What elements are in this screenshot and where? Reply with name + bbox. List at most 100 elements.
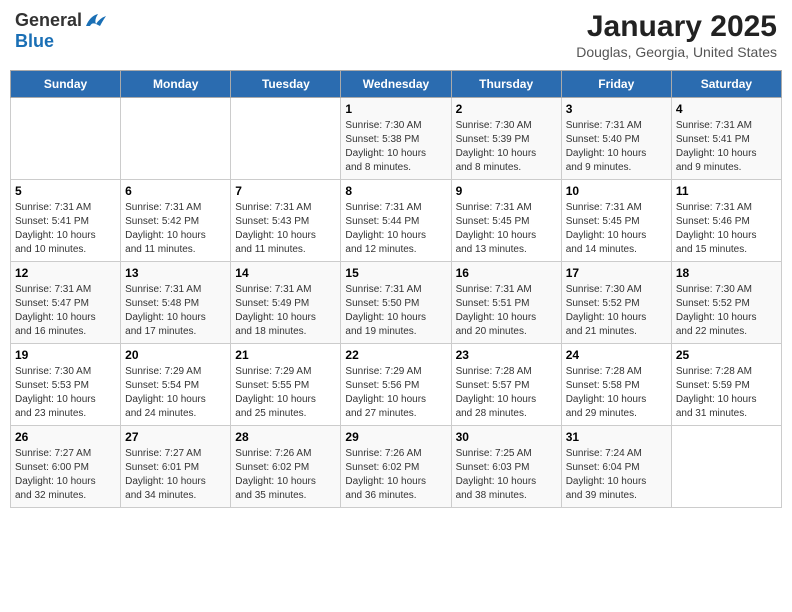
day-info: Sunrise: 7:30 AM Sunset: 5:53 PM Dayligh… bbox=[15, 365, 116, 421]
day-info: Sunrise: 7:30 AM Sunset: 5:52 PM Dayligh… bbox=[676, 283, 777, 339]
day-info: Sunrise: 7:31 AM Sunset: 5:48 PM Dayligh… bbox=[125, 283, 226, 339]
day-info: Sunrise: 7:31 AM Sunset: 5:45 PM Dayligh… bbox=[566, 201, 667, 257]
calendar-cell: 7Sunrise: 7:31 AM Sunset: 5:43 PM Daylig… bbox=[231, 180, 341, 262]
day-number: 2 bbox=[456, 102, 557, 116]
title-block: January 2025 Douglas, Georgia, United St… bbox=[576, 10, 777, 60]
logo-blue-text: Blue bbox=[15, 31, 106, 52]
day-number: 14 bbox=[235, 266, 336, 280]
day-number: 6 bbox=[125, 184, 226, 198]
day-number: 25 bbox=[676, 348, 777, 362]
calendar-cell: 24 Sunrise: 7:28 AM Sunset: 5:58 PM Dayli… bbox=[561, 344, 671, 426]
day-info: Sunrise: 7:28 AM Sunset: 5:58 PM Dayligh… bbox=[566, 365, 667, 421]
calendar-header-row: SundayMondayTuesdayWednesdayThursdayFrid… bbox=[11, 71, 782, 98]
day-of-week-header: Sunday bbox=[11, 71, 121, 98]
day-info: Sunrise: 7:26 AM Sunset: 6:02 PM Dayligh… bbox=[345, 447, 446, 503]
calendar-cell: 17 Sunrise: 7:30 AM Sunset: 5:52 PM Dayli… bbox=[561, 262, 671, 344]
calendar-cell: 29 Sunrise: 7:26 AM Sunset: 6:02 PM Dayli… bbox=[341, 426, 451, 508]
calendar-cell: 14 Sunrise: 7:31 AM Sunset: 5:49 PM Dayli… bbox=[231, 262, 341, 344]
calendar-cell: 21 Sunrise: 7:29 AM Sunset: 5:55 PM Dayli… bbox=[231, 344, 341, 426]
calendar-cell: 28Sunrise: 7:26 AM Sunset: 6:02 PM Dayli… bbox=[231, 426, 341, 508]
day-number: 8 bbox=[345, 184, 446, 198]
calendar-cell: 2 Sunrise: 7:30 AM Sunset: 5:39 PM Daylig… bbox=[451, 98, 561, 180]
calendar-cell: 9 Sunrise: 7:31 AM Sunset: 5:45 PM Daylig… bbox=[451, 180, 561, 262]
day-info: Sunrise: 7:31 AM Sunset: 5:42 PM Dayligh… bbox=[125, 201, 226, 257]
day-number: 23 bbox=[456, 348, 557, 362]
day-info: Sunrise: 7:31 AM Sunset: 5:47 PM Dayligh… bbox=[15, 283, 116, 339]
calendar-cell: 31 Sunrise: 7:24 AM Sunset: 6:04 PM Dayli… bbox=[561, 426, 671, 508]
calendar-week-row: 12 Sunrise: 7:31 AM Sunset: 5:47 PM Dayli… bbox=[11, 262, 782, 344]
day-of-week-header: Monday bbox=[121, 71, 231, 98]
calendar-cell: 26Sunrise: 7:27 AM Sunset: 6:00 PM Dayli… bbox=[11, 426, 121, 508]
day-number: 21 bbox=[235, 348, 336, 362]
subtitle: Douglas, Georgia, United States bbox=[576, 44, 777, 60]
day-number: 11 bbox=[676, 184, 777, 198]
day-info: Sunrise: 7:29 AM Sunset: 5:55 PM Dayligh… bbox=[235, 365, 336, 421]
day-number: 31 bbox=[566, 430, 667, 444]
day-info: Sunrise: 7:31 AM Sunset: 5:46 PM Dayligh… bbox=[676, 201, 777, 257]
day-of-week-header: Saturday bbox=[671, 71, 781, 98]
calendar-cell: 1Sunrise: 7:30 AM Sunset: 5:38 PM Daylig… bbox=[341, 98, 451, 180]
day-number: 28 bbox=[235, 430, 336, 444]
day-number: 17 bbox=[566, 266, 667, 280]
day-info: Sunrise: 7:27 AM Sunset: 6:01 PM Dayligh… bbox=[125, 447, 226, 503]
day-number: 13 bbox=[125, 266, 226, 280]
day-info: Sunrise: 7:28 AM Sunset: 5:57 PM Dayligh… bbox=[456, 365, 557, 421]
calendar-cell bbox=[11, 98, 121, 180]
day-number: 9 bbox=[456, 184, 557, 198]
calendar-week-row: 5Sunrise: 7:31 AM Sunset: 5:41 PM Daylig… bbox=[11, 180, 782, 262]
logo: General Blue bbox=[15, 10, 106, 52]
calendar-cell: 3Sunrise: 7:31 AM Sunset: 5:40 PM Daylig… bbox=[561, 98, 671, 180]
day-number: 16 bbox=[456, 266, 557, 280]
calendar-cell: 4Sunrise: 7:31 AM Sunset: 5:41 PM Daylig… bbox=[671, 98, 781, 180]
day-number: 30 bbox=[456, 430, 557, 444]
day-number: 20 bbox=[125, 348, 226, 362]
day-number: 5 bbox=[15, 184, 116, 198]
calendar-cell: 23 Sunrise: 7:28 AM Sunset: 5:57 PM Dayli… bbox=[451, 344, 561, 426]
day-number: 19 bbox=[15, 348, 116, 362]
day-info: Sunrise: 7:24 AM Sunset: 6:04 PM Dayligh… bbox=[566, 447, 667, 503]
calendar-cell: 13 Sunrise: 7:31 AM Sunset: 5:48 PM Dayli… bbox=[121, 262, 231, 344]
day-info: Sunrise: 7:28 AM Sunset: 5:59 PM Dayligh… bbox=[676, 365, 777, 421]
day-info: Sunrise: 7:30 AM Sunset: 5:52 PM Dayligh… bbox=[566, 283, 667, 339]
calendar-cell: 25 Sunrise: 7:28 AM Sunset: 5:59 PM Dayli… bbox=[671, 344, 781, 426]
day-of-week-header: Friday bbox=[561, 71, 671, 98]
day-info: Sunrise: 7:31 AM Sunset: 5:40 PM Dayligh… bbox=[566, 119, 667, 175]
calendar-cell: 6 Sunrise: 7:31 AM Sunset: 5:42 PM Daylig… bbox=[121, 180, 231, 262]
calendar-cell bbox=[671, 426, 781, 508]
calendar-cell: 22 Sunrise: 7:29 AM Sunset: 5:56 PM Dayli… bbox=[341, 344, 451, 426]
day-number: 27 bbox=[125, 430, 226, 444]
calendar-cell: 12 Sunrise: 7:31 AM Sunset: 5:47 PM Dayli… bbox=[11, 262, 121, 344]
day-info: Sunrise: 7:31 AM Sunset: 5:50 PM Dayligh… bbox=[345, 283, 446, 339]
calendar-table: SundayMondayTuesdayWednesdayThursdayFrid… bbox=[10, 70, 782, 508]
day-number: 10 bbox=[566, 184, 667, 198]
calendar-week-row: 26Sunrise: 7:27 AM Sunset: 6:00 PM Dayli… bbox=[11, 426, 782, 508]
day-info: Sunrise: 7:31 AM Sunset: 5:49 PM Dayligh… bbox=[235, 283, 336, 339]
calendar-cell: 5Sunrise: 7:31 AM Sunset: 5:41 PM Daylig… bbox=[11, 180, 121, 262]
day-number: 29 bbox=[345, 430, 446, 444]
day-info: Sunrise: 7:30 AM Sunset: 5:38 PM Dayligh… bbox=[345, 119, 446, 175]
day-info: Sunrise: 7:29 AM Sunset: 5:54 PM Dayligh… bbox=[125, 365, 226, 421]
day-info: Sunrise: 7:31 AM Sunset: 5:41 PM Dayligh… bbox=[676, 119, 777, 175]
day-of-week-header: Tuesday bbox=[231, 71, 341, 98]
calendar-cell: 15 Sunrise: 7:31 AM Sunset: 5:50 PM Dayli… bbox=[341, 262, 451, 344]
day-number: 26 bbox=[15, 430, 116, 444]
day-of-week-header: Wednesday bbox=[341, 71, 451, 98]
calendar-cell: 18Sunrise: 7:30 AM Sunset: 5:52 PM Dayli… bbox=[671, 262, 781, 344]
main-title: January 2025 bbox=[576, 10, 777, 44]
day-info: Sunrise: 7:31 AM Sunset: 5:44 PM Dayligh… bbox=[345, 201, 446, 257]
page-header: General Blue January 2025 Douglas, Georg… bbox=[10, 10, 782, 60]
calendar-cell: 27 Sunrise: 7:27 AM Sunset: 6:01 PM Dayli… bbox=[121, 426, 231, 508]
day-number: 24 bbox=[566, 348, 667, 362]
day-number: 12 bbox=[15, 266, 116, 280]
day-info: Sunrise: 7:30 AM Sunset: 5:39 PM Dayligh… bbox=[456, 119, 557, 175]
day-number: 15 bbox=[345, 266, 446, 280]
day-info: Sunrise: 7:31 AM Sunset: 5:45 PM Dayligh… bbox=[456, 201, 557, 257]
day-info: Sunrise: 7:29 AM Sunset: 5:56 PM Dayligh… bbox=[345, 365, 446, 421]
calendar-cell: 10 Sunrise: 7:31 AM Sunset: 5:45 PM Dayli… bbox=[561, 180, 671, 262]
calendar-cell: 16Sunrise: 7:31 AM Sunset: 5:51 PM Dayli… bbox=[451, 262, 561, 344]
logo-general-text: General bbox=[15, 10, 82, 31]
day-number: 22 bbox=[345, 348, 446, 362]
calendar-cell bbox=[231, 98, 341, 180]
logo-bird-icon bbox=[84, 12, 106, 30]
calendar-week-row: 19 Sunrise: 7:30 AM Sunset: 5:53 PM Dayli… bbox=[11, 344, 782, 426]
